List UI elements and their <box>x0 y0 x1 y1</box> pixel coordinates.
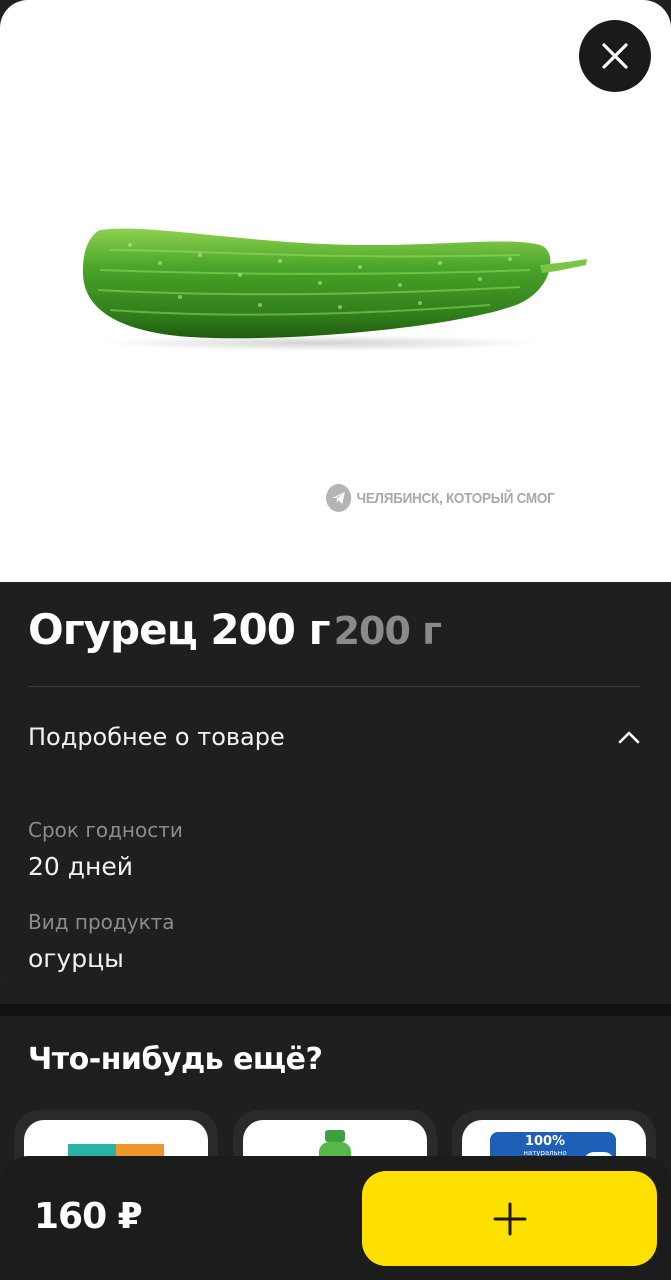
plus-icon <box>493 1202 526 1235</box>
divider <box>28 686 640 687</box>
close-button[interactable] <box>579 20 651 92</box>
cucumber-image <box>82 228 587 351</box>
attribute-value: огурцы <box>28 944 124 973</box>
chevron-up-icon <box>618 731 640 744</box>
telegram-icon <box>326 484 352 512</box>
details-label: Подробнее о товаре <box>28 723 285 751</box>
watermark-text: ЧЕЛЯБИНСК, КОТОРЫЙ СМОГ <box>356 489 555 507</box>
add-to-cart-button[interactable] <box>362 1171 657 1266</box>
close-icon <box>602 43 628 69</box>
watermark: ЧЕЛЯБИНСК, КОТОРЫЙ СМОГ <box>326 484 555 512</box>
product-image-area: ЧЕЛЯБИНСК, КОТОРЫЙ СМОГ <box>0 0 671 582</box>
section-gap <box>0 1004 671 1016</box>
product-title: Огурец 200 г 200 г <box>28 605 442 654</box>
attribute-value: 20 дней <box>28 852 134 881</box>
recommendations-title: Что-нибудь ещё? <box>28 1042 323 1077</box>
pack-badge: 100% <box>524 1134 566 1149</box>
attribute-label: Вид продукта <box>28 910 175 934</box>
product-weight: 200 г <box>333 609 442 653</box>
price: 160 ₽ <box>34 1196 143 1237</box>
attribute-label: Срок годности <box>28 818 183 842</box>
details-toggle[interactable]: Подробнее о товаре <box>28 712 640 762</box>
product-name: Огурец 200 г <box>28 605 331 654</box>
